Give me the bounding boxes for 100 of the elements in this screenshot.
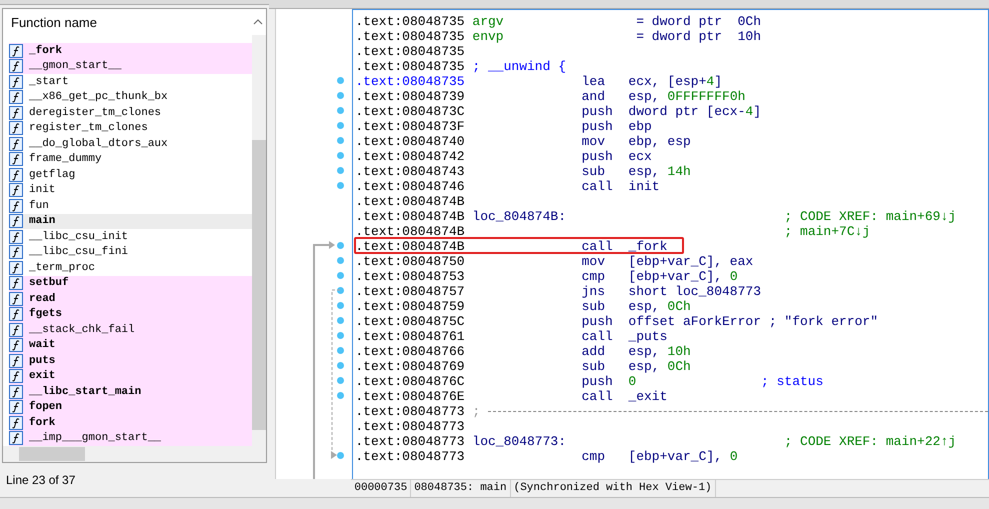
function-item[interactable]: read: [9, 291, 252, 306]
breakpoint-dot[interactable]: [337, 257, 344, 264]
function-item[interactable]: fun: [9, 198, 252, 214]
function-icon: [9, 214, 23, 228]
separator-line: ;: [472, 404, 988, 419]
function-item[interactable]: __do_global_dtors_aux: [9, 136, 252, 152]
function-item[interactable]: __stack_chk_fail: [9, 322, 252, 338]
mnemonic-text: add: [582, 344, 606, 359]
mnemonic-text: push: [582, 374, 614, 389]
function-item[interactable]: exit: [9, 368, 252, 384]
column-header[interactable]: Function name: [11, 14, 97, 30]
operand-text: [ebp+var_C], 0: [628, 449, 739, 464]
function-icon: [9, 276, 23, 290]
function-icon: [9, 168, 23, 182]
function-icon: [9, 400, 23, 414]
operand-text: ecx: [628, 149, 653, 164]
breakpoint-dot[interactable]: [337, 332, 344, 339]
function-icon: [9, 384, 23, 399]
breakpoint-dot[interactable]: [337, 122, 344, 129]
vertical-scrollbar[interactable]: [252, 35, 266, 446]
mnemonic-text: call: [582, 329, 614, 344]
function-item[interactable]: __gmon_start__: [9, 58, 252, 74]
operand-text: [ebp+var_C], 0: [628, 269, 739, 284]
breakpoint-dot[interactable]: [337, 182, 344, 189]
address-text: .text:08048735: [355, 29, 466, 44]
function-icon: [9, 90, 23, 104]
function-icon: [9, 152, 23, 166]
operand-text: esp, 0FFFFFFF0h: [628, 89, 746, 104]
address-text: .text:0804874B: [355, 209, 466, 224]
address-text: .text:08048773: [355, 404, 466, 419]
operand-text: dword ptr [ecx-4]: [628, 104, 762, 119]
breakpoint-dot[interactable]: [337, 362, 344, 369]
function-item[interactable]: puts: [9, 353, 252, 368]
address-text: .text:0804874B: [355, 194, 466, 209]
operand-text: 0: [628, 374, 638, 389]
operand-text: _fork: [628, 239, 668, 254]
function-item[interactable]: fopen: [9, 400, 252, 415]
breakpoint-dot[interactable]: [337, 287, 344, 294]
function-item[interactable]: getflag: [9, 167, 252, 182]
operand-text: ebp, esp: [628, 134, 692, 149]
address-text: .text:08048766: [355, 344, 466, 359]
mnemonic-text: sub: [582, 359, 606, 374]
function-item[interactable]: register_tm_clones: [9, 120, 252, 136]
xref-comment: ; main+7C↓j: [784, 224, 870, 239]
address-text: .text:0804873C: [355, 104, 466, 119]
function-icon: [9, 307, 23, 322]
mnemonic-text: call: [582, 239, 614, 254]
mnemonic-text: call: [582, 179, 614, 194]
function-item[interactable]: frame_dummy: [9, 152, 252, 167]
function-item[interactable]: __libc_csu_init: [9, 229, 252, 244]
mnemonic-text: sub: [582, 299, 606, 314]
scroll-up-icon[interactable]: [253, 19, 264, 25]
function-item[interactable]: fork: [9, 415, 252, 430]
function-item[interactable]: _start: [9, 74, 252, 90]
address-text: .text:0804876C: [355, 374, 466, 389]
breakpoint-dot[interactable]: [337, 377, 344, 384]
breakpoint-dot[interactable]: [337, 347, 344, 354]
breakpoint-dot[interactable]: [337, 107, 344, 114]
breakpoint-dot[interactable]: [337, 272, 344, 279]
address-text: .text:0804875C: [355, 314, 466, 329]
function-item[interactable]: main: [9, 214, 252, 229]
function-icon: [9, 198, 23, 213]
function-item[interactable]: __x86_get_pc_thunk_bx: [9, 90, 252, 105]
breakpoint-dot[interactable]: [337, 242, 344, 249]
function-item[interactable]: _fork: [9, 43, 252, 58]
function-item[interactable]: setbuf: [9, 276, 252, 291]
function-item[interactable]: __libc_start_main: [9, 384, 252, 400]
operand-text: [ebp+var_C], eax: [628, 254, 754, 269]
breakpoint-dot[interactable]: [337, 152, 344, 159]
breakpoint-dot[interactable]: [337, 92, 344, 99]
function-item[interactable]: fgets: [9, 306, 252, 322]
mnemonic-text: mov: [582, 254, 606, 269]
address-text: .text:08048739: [355, 89, 466, 104]
mnemonic-text: jns: [582, 284, 606, 299]
breakpoint-dot[interactable]: [337, 302, 344, 309]
address-text: .text:08048753: [355, 269, 466, 284]
function-item[interactable]: wait: [9, 338, 252, 353]
breakpoint-dot[interactable]: [337, 317, 344, 324]
function-icon: [9, 260, 23, 275]
breakpoint-dot[interactable]: [337, 167, 344, 174]
operand-text: _puts: [628, 329, 668, 344]
function-icon: [9, 369, 23, 384]
function-item[interactable]: init: [9, 182, 252, 198]
horizontal-scrollbar[interactable]: [3, 446, 266, 462]
operand-text: esp, 10h: [628, 344, 692, 359]
breakpoint-dot[interactable]: [337, 392, 344, 399]
breakpoint-dot[interactable]: [337, 452, 344, 459]
mnemonic-text: mov: [582, 134, 606, 149]
address-text: .text:08048735: [355, 14, 466, 29]
breakpoint-dot[interactable]: [337, 137, 344, 144]
function-item[interactable]: __libc_csu_fini: [9, 244, 252, 260]
address-text: .text:08048740: [355, 134, 466, 149]
function-icon: [9, 292, 23, 306]
address-text: .text:08048750: [355, 254, 466, 269]
breakpoint-dot[interactable]: [337, 77, 344, 84]
operand-text: short loc_8048773: [628, 284, 762, 299]
address-text: .text:08048761: [355, 329, 466, 344]
function-item[interactable]: __imp___gmon_start__: [9, 430, 252, 446]
function-item[interactable]: deregister_tm_clones: [9, 105, 252, 120]
function-item[interactable]: _term_proc: [9, 260, 252, 276]
